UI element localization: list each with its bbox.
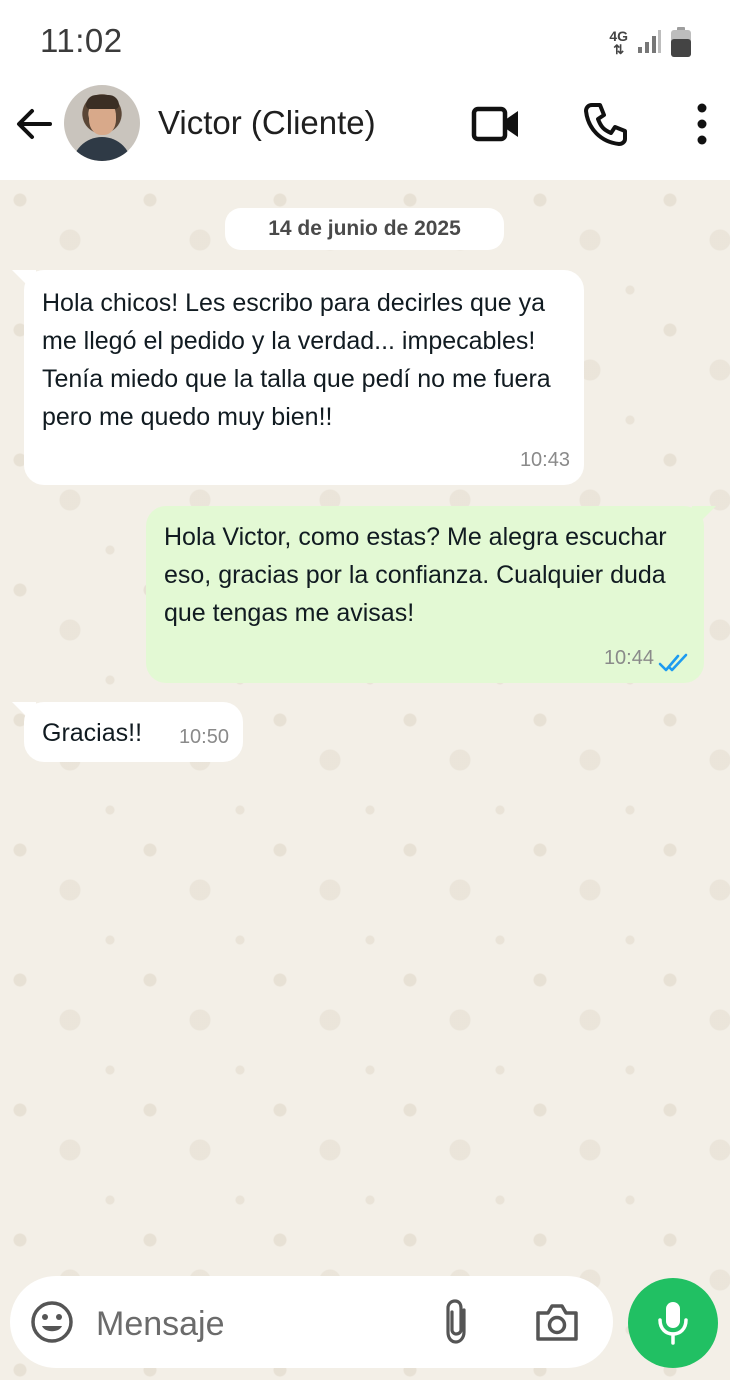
avatar-body [72, 137, 132, 161]
status-time: 11:02 [40, 22, 123, 59]
bubble-tail [12, 270, 36, 294]
network-indicator: 4G ⇅ [609, 29, 628, 56]
contact-name[interactable]: Victor (Cliente) [158, 104, 376, 142]
mic-button[interactable] [628, 1278, 718, 1368]
chat-header: Victor (Cliente) [0, 82, 730, 180]
double-check-icon [658, 653, 688, 672]
message-time: 10:43 [519, 449, 570, 471]
message-composer [10, 1276, 613, 1368]
network-type: 4G [609, 27, 628, 44]
bubble-tail [692, 506, 716, 530]
status-icons: 4G ⇅ [609, 26, 692, 58]
chat-area[interactable]: 14 de junio de 2025 Hola chicos! Les esc… [0, 180, 730, 1380]
battery-icon [671, 27, 691, 57]
video-call-icon[interactable] [470, 100, 522, 148]
back-arrow-icon[interactable] [14, 104, 54, 144]
emoji-icon[interactable] [30, 1300, 74, 1344]
bubble-tail [12, 702, 36, 726]
message-time: 10:44 [603, 647, 654, 669]
message-text: Hola chicos! Les escribo para decirles q… [42, 289, 551, 431]
avatar[interactable] [64, 85, 140, 161]
data-arrows-icon: ⇅ [613, 41, 625, 57]
avatar-hair [86, 95, 119, 109]
incoming-message[interactable]: Hola chicos! Les escribo para decirles q… [12, 270, 584, 485]
voice-call-icon[interactable] [582, 100, 630, 148]
camera-icon[interactable] [534, 1300, 580, 1344]
more-options-icon[interactable] [686, 102, 718, 146]
message-text: Hola Victor, como estas? Me alegra escuc… [164, 523, 667, 627]
signal-icon [638, 30, 661, 53]
message-text: Gracias!! [42, 719, 143, 747]
date-chip: 14 de junio de 2025 [225, 208, 504, 250]
outgoing-message[interactable]: Hola Victor, como estas? Me alegra escuc… [146, 506, 716, 683]
status-bar: 11:02 4G ⇅ [0, 0, 730, 82]
incoming-message[interactable]: Gracias!! 10:50 [12, 702, 243, 762]
message-time: 10:50 [178, 726, 229, 748]
message-input[interactable] [96, 1300, 416, 1348]
mic-icon [658, 1302, 688, 1345]
attach-icon[interactable] [438, 1298, 478, 1346]
